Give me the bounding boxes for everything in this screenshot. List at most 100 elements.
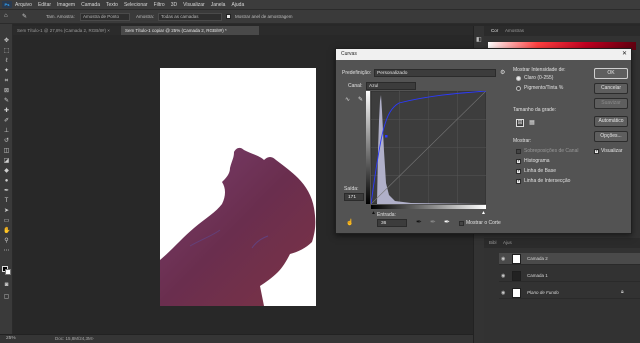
sample-size-select[interactable]: Amostra de Ponto — [80, 13, 130, 21]
menu-item-camada[interactable]: Camada — [81, 2, 100, 8]
detailed-grid-icon[interactable]: ▦ — [528, 119, 536, 127]
zoom-level[interactable]: 25% — [6, 336, 16, 341]
dodge-tool-icon[interactable]: ● — [3, 178, 10, 185]
more-tools-icon[interactable]: ⋯ — [3, 248, 10, 255]
white-point-slider-icon[interactable]: ▲ — [481, 210, 486, 216]
layers-panel-header: Bibl Ajus — [484, 238, 640, 248]
status-menu-chevron-icon[interactable]: › — [92, 336, 94, 342]
document-canvas[interactable] — [160, 68, 316, 306]
menu-item-texto[interactable]: Texto — [106, 2, 118, 8]
ok-button[interactable]: OK — [594, 68, 628, 79]
menu-item-visualizar[interactable]: Visualizar — [183, 2, 205, 8]
background-color-swatch[interactable] — [5, 269, 11, 275]
show-sampling-ring-checkbox[interactable] — [226, 14, 231, 19]
layer-name[interactable]: Camada 2 — [527, 256, 548, 261]
intersection-line-checkbox[interactable] — [516, 178, 521, 184]
curves-graph[interactable] — [370, 90, 487, 205]
clone-stamp-icon[interactable]: ⊥ — [3, 128, 10, 135]
brush-tool-icon[interactable]: ✐ — [3, 118, 10, 125]
quick-mask-icon[interactable]: ◙ — [3, 282, 10, 289]
tab-swatches[interactable]: Amostras — [502, 27, 527, 35]
black-eyedropper-icon[interactable]: ✒ — [416, 218, 422, 226]
magic-wand-tool-icon[interactable]: ✦ — [3, 68, 10, 75]
document-size-info[interactable]: Doc: 15,8M/24,3M — [55, 336, 92, 341]
preview-checkbox[interactable] — [594, 148, 599, 154]
simple-grid-icon[interactable]: ⊞ — [516, 119, 524, 127]
layer-name[interactable]: Camada 1 — [527, 273, 548, 278]
lasso-tool-icon[interactable]: ℓ — [3, 58, 10, 65]
channel-select[interactable]: Azul — [366, 82, 416, 90]
curve-edit-points-icon[interactable]: ∿ — [345, 96, 350, 103]
menu-item-ajuda[interactable]: Ajuda — [231, 2, 244, 8]
pen-tool-icon[interactable]: ✒ — [3, 188, 10, 195]
menu-item-filtro[interactable]: Filtro — [154, 2, 165, 8]
curves-graph-svg[interactable] — [370, 90, 487, 205]
tab-adjustments[interactable]: Ajus — [500, 239, 515, 247]
menu-item-arquivo[interactable]: Arquivo — [15, 2, 32, 8]
tab-document-copy[interactable]: Sem Título-1 copiar @ 25% (Camada 2, RGB… — [121, 26, 259, 35]
white-eyedropper-icon[interactable]: ✒ — [444, 218, 450, 226]
paint-bucket-icon[interactable]: ◪ — [3, 158, 10, 165]
visibility-eye-icon[interactable]: ◉ — [501, 273, 508, 279]
eraser-tool-icon[interactable]: ◫ — [3, 148, 10, 155]
marquee-tool-icon[interactable]: ⬚ — [3, 48, 10, 55]
smooth-button[interactable]: Suavizar — [594, 98, 628, 109]
pencil-draw-icon[interactable]: ✎ — [358, 96, 363, 103]
light-radio[interactable] — [516, 76, 521, 81]
zoom-tool-icon[interactable]: ⚲ — [3, 238, 10, 245]
menu-item-editar[interactable]: Editar — [38, 2, 51, 8]
visibility-eye-icon[interactable]: ◉ — [501, 290, 508, 296]
blur-tool-icon[interactable]: ◆ — [3, 168, 10, 175]
visibility-eye-icon[interactable]: ◉ — [501, 256, 508, 262]
input-gradient-bar — [371, 205, 486, 209]
histogram-label: Histograma — [524, 158, 550, 164]
crop-tool-icon[interactable]: ⌗ — [3, 78, 10, 85]
show-clipping-label: Mostrar o Corte — [466, 220, 501, 226]
tab-document-1[interactable]: Sem Título-1 @ 27,8% (Camada 2, RGB/8#) … — [13, 26, 121, 35]
healing-brush-icon[interactable]: ✚ — [3, 108, 10, 115]
menu-item-imagem[interactable]: Imagem — [57, 2, 75, 8]
tab-color[interactable]: Cor — [488, 27, 501, 35]
history-panel-icon[interactable]: ◧ — [476, 36, 482, 43]
preset-options-gear-icon[interactable]: ⚙ — [500, 69, 505, 76]
histogram-checkbox[interactable] — [516, 158, 521, 164]
hand-tool-icon[interactable]: ✋ — [3, 228, 10, 235]
home-icon[interactable]: ⌂ — [4, 13, 12, 21]
eyedropper-tool-icon[interactable]: ✎ — [22, 13, 32, 21]
options-bar: ⌂ ✎ Tam. Amostra: Amostra de Ponto Amost… — [0, 9, 640, 24]
tab-libraries[interactable]: Bibl — [486, 239, 500, 247]
menu-item-3d[interactable]: 3D — [171, 2, 177, 8]
preset-select[interactable]: Personalizado — [374, 69, 496, 77]
layer-name[interactable]: Plano de Fundo — [527, 290, 559, 295]
menu-item-selecionar[interactable]: Selecionar — [124, 2, 148, 8]
baseline-checkbox[interactable] — [516, 168, 521, 174]
show-clipping-checkbox[interactable] — [459, 221, 464, 226]
input-field[interactable]: 36 — [377, 219, 407, 227]
black-point-slider-icon[interactable]: ▲ — [371, 210, 376, 216]
dialog-title: Curvas — [341, 51, 357, 57]
eyedropper-icon[interactable]: ✎ — [3, 98, 10, 105]
move-tool-icon[interactable]: ✥ — [3, 38, 10, 45]
frame-tool-icon[interactable]: ⊠ — [3, 88, 10, 95]
screen-mode-icon[interactable]: ▢ — [3, 294, 10, 301]
type-tool-icon[interactable]: T — [3, 198, 10, 205]
rectangle-tool-icon[interactable]: ▭ — [3, 218, 10, 225]
layer-row-camada-1[interactable]: ◉ Camada 1 — [499, 270, 640, 282]
target-adjust-hand-icon[interactable]: ☝ — [346, 219, 353, 226]
layer-row-plano-de-fundo[interactable]: ◉ Plano de Fundo 🔒︎ — [499, 287, 640, 299]
output-field[interactable]: 171 — [344, 193, 364, 201]
auto-button[interactable]: Automático — [594, 116, 628, 127]
sample-select[interactable]: Todas as camadas — [158, 13, 222, 21]
menu-item-janela[interactable]: Janela — [211, 2, 226, 8]
close-icon[interactable]: ✕ — [622, 49, 627, 60]
history-brush-icon[interactable]: ↺ — [3, 138, 10, 145]
gray-eyedropper-icon[interactable]: ✒ — [430, 218, 436, 226]
options-button[interactable]: Opções... — [594, 131, 628, 142]
layer-row-camada-2[interactable]: ◉ Camada 2 — [499, 253, 640, 265]
cancel-button[interactable]: Cancelar — [594, 83, 628, 94]
path-selection-icon[interactable]: ➤ — [3, 208, 10, 215]
sample-label: Amostra: — [136, 14, 155, 19]
pigment-radio[interactable] — [516, 86, 521, 91]
channel-overlays-checkbox[interactable] — [516, 149, 521, 154]
lock-icon: 🔒︎ — [621, 289, 624, 295]
